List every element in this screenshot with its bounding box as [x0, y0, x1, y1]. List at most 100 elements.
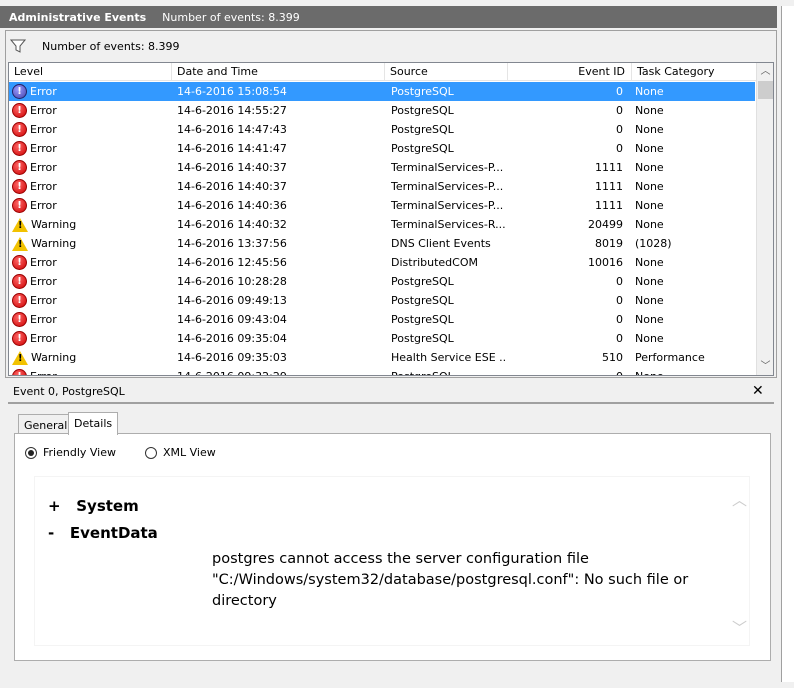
cell-level: ! Warning: [9, 236, 171, 251]
cell-date: 14-6-2016 14:40:32: [177, 218, 287, 231]
actions-pane: [781, 6, 794, 682]
cell-source: PostgreSQL: [391, 275, 454, 288]
error-icon: !: [12, 369, 27, 375]
cell-source: TerminalServices-P...: [391, 161, 504, 174]
table-row[interactable]: ! Warning 14-6-2016 14:40:32 TerminalServ…: [9, 215, 755, 234]
filter-icon[interactable]: [10, 39, 26, 53]
cell-source: TerminalServices-R...: [391, 218, 506, 231]
event-count: Number of events: 8.399: [162, 10, 300, 24]
cell-event-id: 8019: [595, 237, 623, 250]
tab-details[interactable]: Details: [68, 412, 119, 435]
panel-title-bar: Administrative Events Number of events: …: [0, 6, 777, 28]
cell-level: !Error: [9, 274, 171, 289]
xml-view-label: XML View: [163, 446, 216, 459]
error-icon: !: [12, 331, 27, 346]
cell-source: Health Service ESE ...: [391, 351, 507, 364]
warning-icon: !: [12, 217, 28, 232]
cell-task: None: [635, 332, 664, 345]
table-row[interactable]: ! Warning 14-6-2016 13:37:56 DNS Client E…: [9, 234, 755, 253]
message-line: "C:/Windows/system32/database/postgresql…: [212, 572, 689, 588]
cell-date: 14-6-2016 09:35:04: [177, 332, 287, 345]
cell-level: !Error: [9, 293, 171, 308]
column-event-id[interactable]: Event ID: [508, 63, 632, 81]
eventdata-node[interactable]: - EventData: [48, 524, 158, 542]
cell-date: 14-6-2016 12:45:56: [177, 256, 287, 269]
table-row[interactable]: ! Error 14-6-2016 09:49:13 PostgreSQL 0 N…: [9, 291, 755, 310]
cell-level: ! Warning: [9, 217, 171, 232]
error-icon: !: [12, 141, 27, 156]
cell-task: Performance: [635, 351, 705, 364]
cell-source: PostgreSQL: [391, 332, 454, 345]
cell-task: None: [635, 161, 664, 174]
scroll-up-icon[interactable]: ︿: [757, 63, 773, 80]
error-icon: !: [12, 198, 27, 213]
table-row[interactable]: ! Error 14-6-2016 14:40:37 TerminalServic…: [9, 177, 755, 196]
error-icon: !: [12, 84, 27, 99]
error-icon: !: [12, 255, 27, 270]
list-scrollbar[interactable]: ︿ ﹀: [756, 63, 773, 375]
table-row[interactable]: ! Error 14-6-2016 14:55:27 PostgreSQL 0 N…: [9, 101, 755, 120]
table-row[interactable]: ! Error 14-6-2016 14:40:36 TerminalServic…: [9, 196, 755, 215]
cell-task: None: [635, 85, 664, 98]
error-icon: !: [12, 293, 27, 308]
cell-task: None: [635, 294, 664, 307]
cell-date: 14-6-2016 09:32:29: [171, 370, 385, 375]
system-node[interactable]: + System: [48, 497, 139, 515]
error-icon: !: [12, 274, 27, 289]
table-row[interactable]: ! Error 14-6-2016 14:47:43 PostgreSQL 0 N…: [9, 120, 755, 139]
table-row[interactable]: ! Error 14-6-2016 09:43:04 PostgreSQL 0 N…: [9, 310, 755, 329]
table-row[interactable]: ! Error 14-6-2016 09:35:04 PostgreSQL 0 N…: [9, 329, 755, 348]
column-date[interactable]: Date and Time: [172, 63, 385, 81]
cell-task: None: [635, 180, 664, 193]
error-icon: !: [12, 179, 27, 194]
cell-event-id: 0: [616, 104, 623, 117]
cell-level: !Error: [9, 122, 171, 137]
cell-date: 14-6-2016 09:43:04: [177, 313, 287, 326]
event-data-view: + System - EventData postgres cannot acc…: [34, 476, 750, 646]
cell-source: TerminalServices-P...: [391, 180, 504, 193]
friendly-view-radio[interactable]: Friendly View: [25, 446, 116, 459]
cell-level: !Error: [9, 160, 171, 175]
close-icon[interactable]: ✕: [752, 383, 764, 399]
cell-task: None: [635, 142, 664, 155]
cell-source: TerminalServices-P...: [391, 199, 504, 212]
list-header: Level Date and Time Source Event ID Task…: [9, 63, 757, 81]
cell-task: None: [629, 370, 753, 375]
table-row[interactable]: ! Error 14-6-2016 14:41:47 PostgreSQL 0 N…: [9, 139, 755, 158]
cell-date: 14-6-2016 14:47:43: [177, 123, 287, 136]
cell-level: !Error: [9, 103, 171, 118]
table-row[interactable]: ! Error 14-6-2016 10:28:28 PostgreSQL 0 N…: [9, 272, 755, 291]
message-line: postgres cannot access the server config…: [212, 551, 589, 567]
tab-general[interactable]: General: [18, 414, 74, 434]
cell-level: !Error: [9, 312, 171, 327]
cell-level: !Error: [9, 198, 171, 213]
friendly-view-label: Friendly View: [43, 446, 116, 459]
scroll-up-icon[interactable]: ︿: [732, 489, 747, 510]
table-row[interactable]: ! Error 14-6-2016 15:08:54 PostgreSQL 0 N…: [9, 82, 755, 101]
cell-task: None: [635, 275, 664, 288]
events-list[interactable]: Level Date and Time Source Event ID Task…: [8, 62, 774, 376]
scroll-down-icon[interactable]: ﹀: [757, 358, 773, 375]
table-row[interactable]: ! Error 14-6-2016 12:45:56 DistributedCOM…: [9, 253, 755, 272]
cell-event-id: 0: [616, 275, 623, 288]
cell-event-id: 20499: [588, 218, 623, 231]
cell-source: PostgreSQL: [391, 104, 454, 117]
column-source[interactable]: Source: [385, 63, 508, 81]
cell-event-id: 1111: [595, 180, 623, 193]
error-icon: !: [12, 122, 27, 137]
xml-view-radio[interactable]: XML View: [145, 446, 216, 459]
scroll-down-icon[interactable]: ﹀: [732, 617, 747, 638]
cell-level: !Error: [9, 369, 171, 375]
filter-count: Number of events: 8.399: [42, 39, 180, 53]
table-row[interactable]: ! Error 14-6-2016 14:40:37 TerminalServic…: [9, 158, 755, 177]
table-row[interactable]: ! Warning 14-6-2016 09:35:03 Health Servi…: [9, 348, 755, 367]
cell-source: PostgreSQL: [391, 294, 454, 307]
table-row[interactable]: !Error 14-6-2016 09:32:29 PostgreSQL 0 N…: [9, 367, 755, 375]
column-level[interactable]: Level: [9, 63, 172, 81]
column-task-category[interactable]: Task Category: [632, 63, 757, 81]
cell-task: None: [635, 218, 664, 231]
event-message: postgres cannot access the server config…: [212, 549, 688, 612]
error-icon: !: [12, 312, 27, 327]
scroll-thumb[interactable]: [758, 81, 773, 99]
cell-task: None: [635, 256, 664, 269]
